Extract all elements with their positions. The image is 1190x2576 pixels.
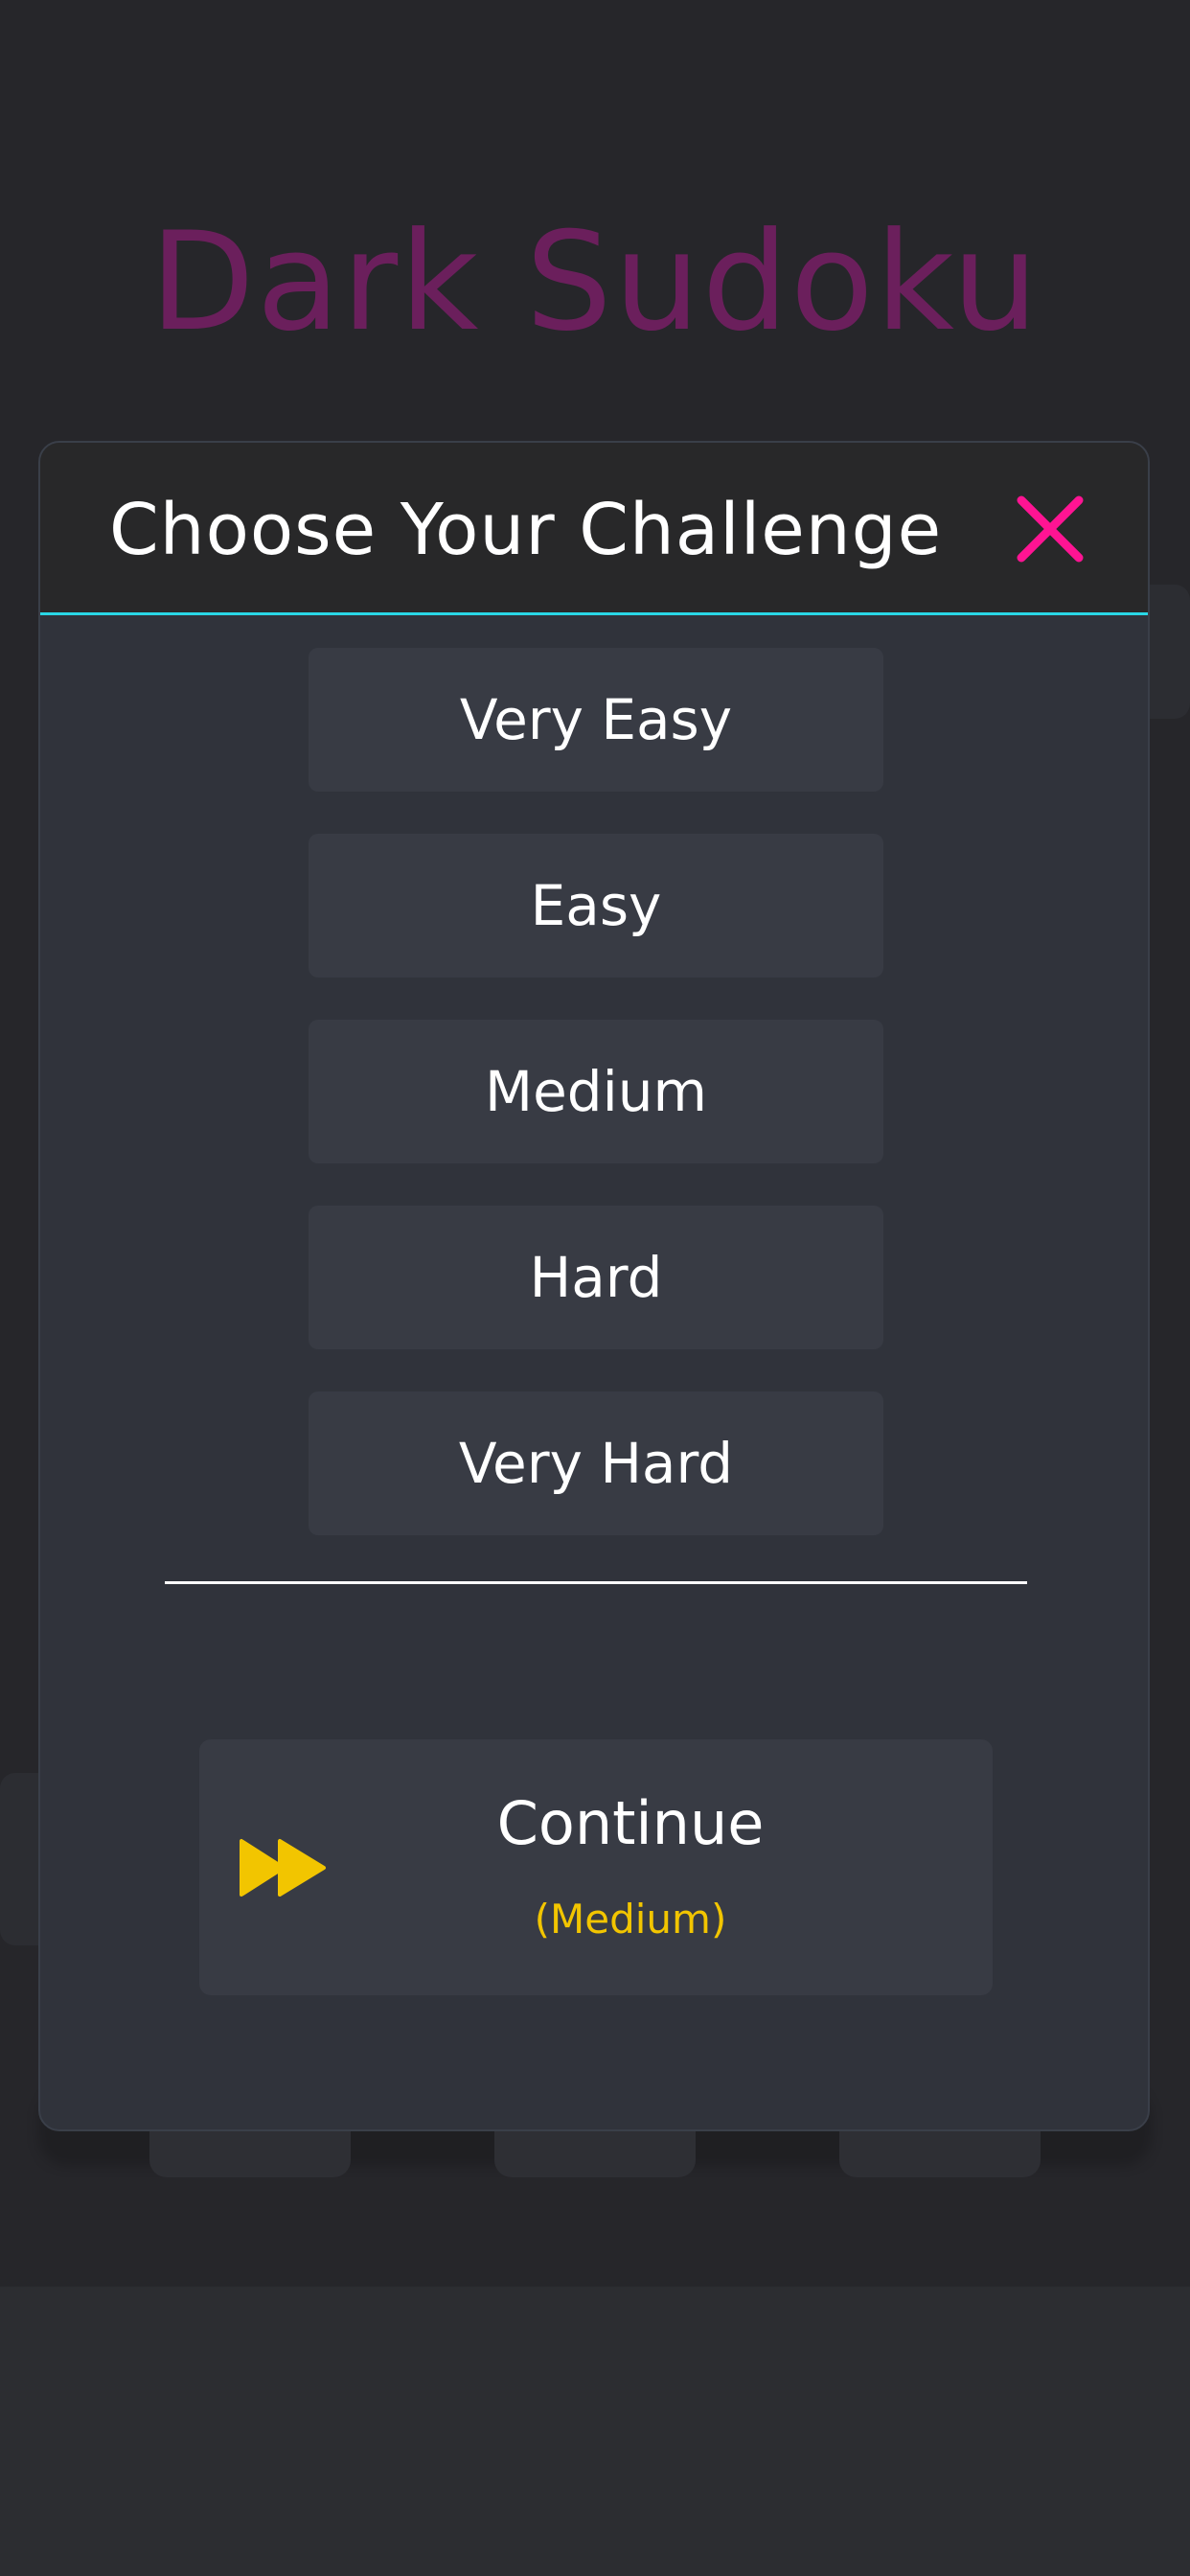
close-button[interactable] — [1012, 491, 1088, 567]
hard-button[interactable]: Hard — [309, 1206, 883, 1349]
close-icon — [1017, 495, 1084, 563]
app-title: Dark Sudoku — [149, 203, 1041, 361]
very-easy-button[interactable]: Very Easy — [309, 648, 883, 792]
continue-difficulty-label: (Medium) — [534, 1896, 727, 1943]
modal-title: Choose Your Challenge — [109, 489, 943, 571]
easy-button[interactable]: Easy — [309, 834, 883, 978]
very-hard-button[interactable]: Very Hard — [309, 1392, 883, 1535]
modal-header: Choose Your Challenge — [40, 443, 1148, 615]
continue-label: Continue — [496, 1788, 765, 1858]
medium-button[interactable]: Medium — [309, 1020, 883, 1163]
background-bottom — [0, 2287, 1190, 2576]
continue-button[interactable]: Continue (Medium) — [199, 1739, 993, 1995]
divider — [165, 1581, 1027, 1584]
difficulty-modal: Choose Your Challenge Very Easy Easy Med… — [38, 441, 1150, 2131]
